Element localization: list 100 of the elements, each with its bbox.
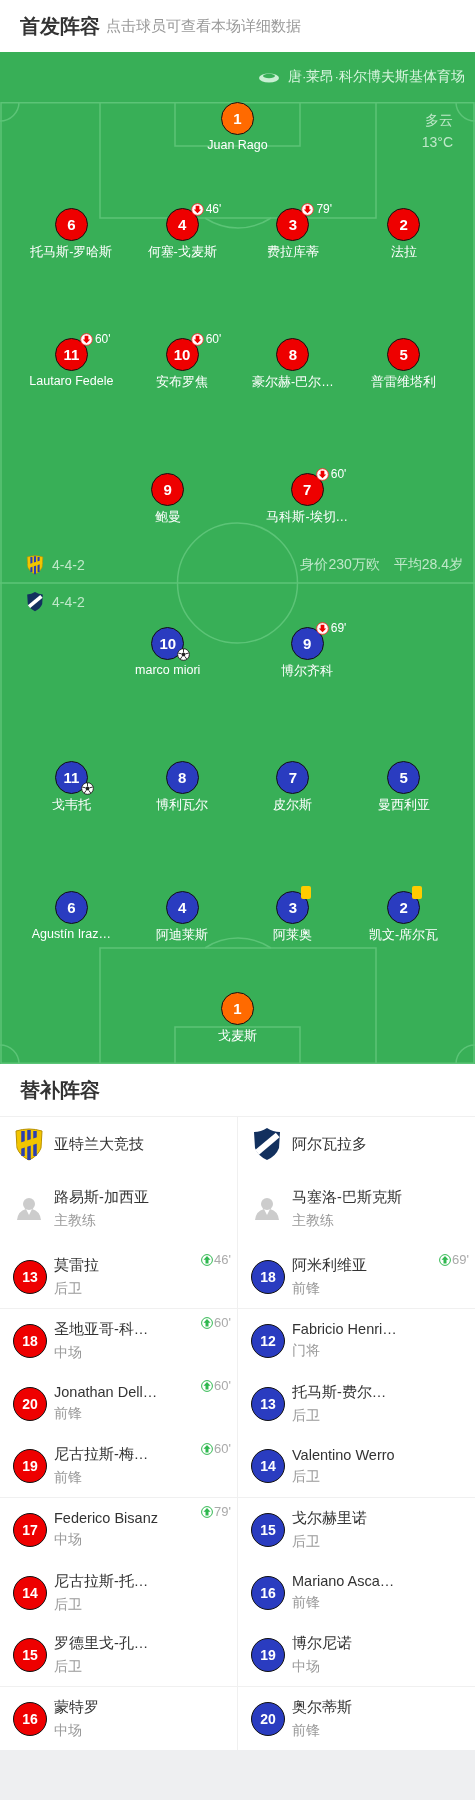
player-number[interactable]: 2 [387, 891, 421, 924]
player-name[interactable]: 托马斯-罗哈斯 [30, 244, 113, 261]
player-name[interactable]: 莫雷拉 [54, 1256, 99, 1275]
player-name[interactable]: Valentino Werro [292, 1446, 395, 1463]
player-number[interactable]: 19 [13, 1449, 47, 1483]
player-number[interactable]: 10 [165, 338, 199, 371]
player-name[interactable]: 蒙特罗 [54, 1697, 99, 1717]
player-position: 后卫 [292, 1406, 321, 1425]
player-name[interactable]: 阿迪莱斯 [156, 927, 209, 944]
player-number[interactable]: 14 [13, 1575, 47, 1610]
player-name[interactable]: 何塞-戈麦斯 [147, 244, 217, 261]
substitution-minute: 46' [214, 1252, 231, 1267]
substitution-minute: 79' [214, 1504, 231, 1519]
person-icon [16, 1195, 42, 1222]
player-name[interactable]: 圣地亚哥-科… [54, 1319, 149, 1339]
substitution-minute: 79' [316, 202, 332, 216]
substitution-out-icon [315, 621, 329, 635]
player-name[interactable]: Agustín Iraz… [31, 927, 111, 941]
player-number[interactable]: 3 [276, 208, 310, 241]
player-name[interactable]: Federico Bisanz [54, 1510, 158, 1526]
player-number[interactable]: 18 [251, 1260, 285, 1294]
substitution-minute: 60' [94, 332, 111, 346]
player-name[interactable]: 法拉 [390, 244, 417, 261]
player-number[interactable]: 9 [151, 473, 185, 506]
player-name[interactable]: 皮尔斯 [273, 797, 313, 814]
player-number[interactable]: 20 [13, 1386, 47, 1421]
player-number[interactable]: 11 [54, 338, 88, 371]
player-number[interactable]: 15 [13, 1638, 47, 1672]
player-position: 中场 [54, 1531, 83, 1549]
player-name[interactable]: 奥尔蒂斯 [292, 1697, 352, 1717]
substitution-minute: 69' [330, 621, 347, 635]
player-number[interactable]: 12 [251, 1323, 285, 1358]
player-name[interactable]: 阿莱奥 [273, 927, 313, 944]
player-number[interactable]: 16 [13, 1701, 47, 1736]
player-position: 后卫 [54, 1658, 83, 1676]
player-number[interactable]: 15 [251, 1512, 285, 1547]
section-title: 首发阵容 [20, 13, 100, 39]
player-number[interactable]: 19 [251, 1638, 285, 1672]
player-name[interactable]: marco miori [135, 663, 201, 677]
player-number[interactable]: 9 [290, 627, 324, 660]
player-number[interactable]: 7 [276, 761, 310, 794]
player-number[interactable]: 6 [54, 891, 88, 924]
player-number[interactable]: 18 [13, 1323, 47, 1358]
player-number[interactable]: 1 [221, 992, 254, 1025]
player-number[interactable]: 17 [13, 1512, 47, 1547]
substitution-in-icon [201, 1316, 214, 1329]
player-position: 前锋 [292, 1721, 321, 1740]
player-name[interactable]: 阿米利维亚 [292, 1256, 367, 1275]
player-position: 后卫 [54, 1595, 83, 1614]
shield-icon [14, 1127, 44, 1161]
player-number[interactable]: 14 [251, 1449, 285, 1483]
player-name[interactable]: Jonathan Dell… [54, 1384, 158, 1400]
player-name[interactable]: 罗德里戈-孔… [54, 1634, 149, 1653]
player-number[interactable]: 20 [251, 1701, 285, 1736]
player-number[interactable]: 8 [165, 761, 199, 794]
player-name[interactable]: 费拉库蒂 [266, 244, 319, 261]
player-number[interactable]: 1 [221, 102, 254, 135]
player-name[interactable]: 戈尔赫里诺 [292, 1508, 367, 1528]
player-number[interactable]: 4 [165, 891, 199, 924]
player-name[interactable]: Juan Rago [207, 138, 268, 152]
player-number[interactable]: 10 [151, 627, 185, 660]
player-name[interactable]: 博尔尼诺 [292, 1634, 352, 1653]
player-name[interactable]: 鲍曼 [154, 509, 181, 526]
player-name[interactable]: 马科斯-埃切… [266, 509, 349, 526]
section-title: 替补阵容 [0, 1064, 475, 1117]
player-name[interactable]: 托马斯-费尔… [292, 1382, 387, 1402]
player-name[interactable]: 博利瓦尔 [156, 797, 209, 814]
player-name[interactable]: Fabricio Henri… [292, 1321, 397, 1337]
player-position: 后卫 [292, 1467, 321, 1486]
player-number[interactable]: 5 [387, 338, 421, 371]
player-number[interactable]: 4 [165, 208, 199, 241]
player-name[interactable]: 安布罗焦 [156, 374, 209, 391]
coach-role: 主教练 [292, 1211, 335, 1230]
player-name[interactable]: 曼西利亚 [377, 797, 430, 814]
player-name[interactable]: 凯文-席尔瓦 [369, 927, 439, 944]
player-position: 中场 [292, 1658, 321, 1676]
player-name[interactable]: Lautaro Fedele [29, 374, 114, 388]
player-number[interactable]: 3 [276, 891, 310, 924]
player-name[interactable]: 戈韦托 [51, 797, 91, 814]
player-name[interactable]: 尼古拉斯-托… [54, 1571, 149, 1591]
substitution-in-icon [201, 1253, 214, 1266]
player-name[interactable]: Mariano Asca… [292, 1573, 395, 1589]
player-number[interactable]: 16 [251, 1575, 285, 1610]
player-number[interactable]: 11 [54, 761, 88, 794]
player-name[interactable]: 博尔齐科 [281, 663, 334, 680]
player-name[interactable]: 豪尔赫-巴尔… [252, 374, 334, 391]
player-position: 后卫 [54, 1280, 83, 1298]
player-number[interactable]: 13 [251, 1386, 285, 1421]
player-number[interactable]: 6 [54, 208, 88, 241]
player-name[interactable]: 戈麦斯 [218, 1028, 257, 1045]
player-number[interactable]: 7 [290, 473, 324, 506]
substitution-minute: 69' [452, 1252, 469, 1267]
player-number[interactable]: 2 [387, 208, 421, 241]
player-number[interactable]: 5 [387, 761, 421, 794]
player-position: 后卫 [292, 1532, 321, 1551]
player-number[interactable]: 13 [13, 1260, 47, 1294]
player-number[interactable]: 8 [276, 338, 310, 371]
weather-text: 多云 [425, 112, 453, 130]
player-name[interactable]: 尼古拉斯-梅… [54, 1445, 149, 1464]
player-name[interactable]: 普雷维塔利 [371, 374, 437, 391]
